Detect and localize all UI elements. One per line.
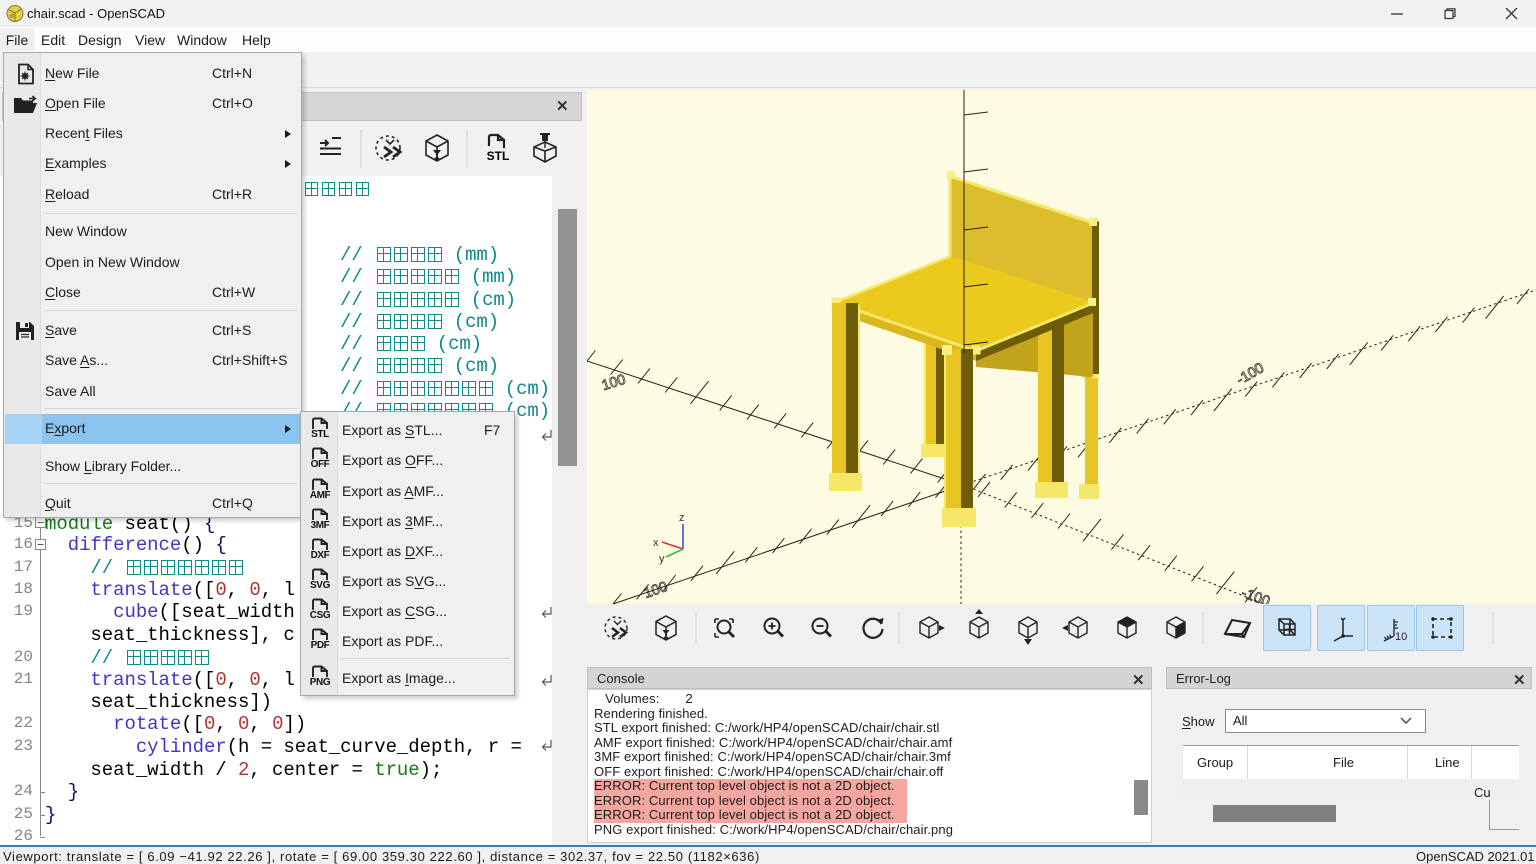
svg-text:y: y xyxy=(659,553,665,565)
svg-text:10: 10 xyxy=(1395,631,1407,643)
svg-text:STL: STL xyxy=(487,149,510,163)
svg-text:x: x xyxy=(653,537,659,549)
svg-text:z: z xyxy=(679,512,685,524)
